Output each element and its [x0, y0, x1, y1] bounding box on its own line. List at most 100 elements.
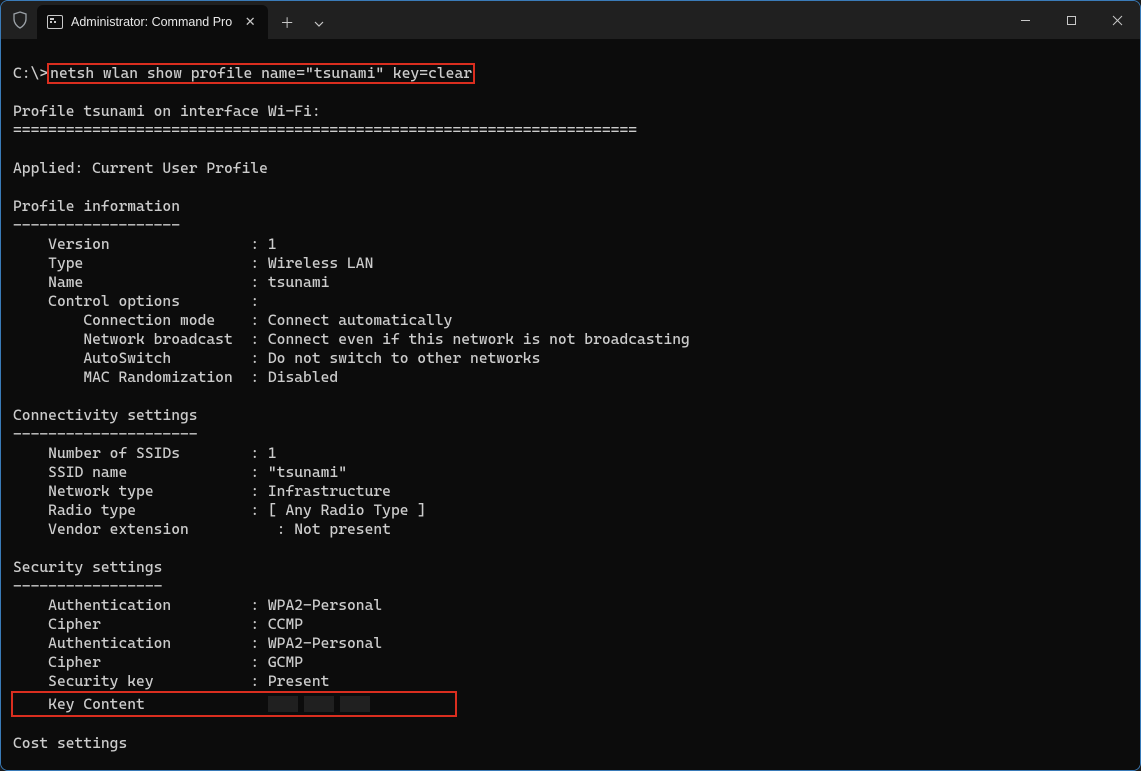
kv-key: Number of SSIDs — [13, 444, 250, 463]
new-tab-button[interactable]: ＋ — [270, 13, 304, 33]
redacted-block — [304, 696, 334, 712]
kv-row: Authentication : WPA2-Personal — [13, 596, 1128, 615]
kv-row: Connection mode : Connect automatically — [13, 311, 1128, 330]
kv-value: Do not switch to other networks — [268, 349, 540, 368]
redacted-block — [340, 696, 370, 712]
kv-key: MAC Randomization — [13, 368, 250, 387]
kv-key: Connection mode — [13, 311, 250, 330]
section-dashes: ------------------- — [13, 216, 1128, 235]
kv-key: Cipher — [13, 615, 250, 634]
blank-line — [13, 387, 1128, 406]
kv-row: MAC Randomization : Disabled — [13, 368, 1128, 387]
key-content-label: Key Content — [13, 695, 250, 713]
kv-value: Not present — [294, 520, 391, 539]
section-cost: Cost settings — [13, 734, 1128, 753]
profile-header: Profile tsunami on interface Wi-Fi: — [13, 102, 1128, 121]
kv-row: Network broadcast : Connect even if this… — [13, 330, 1128, 349]
kv-sep: : — [250, 235, 268, 254]
kv-key: Cipher — [13, 653, 250, 672]
titlebar-left: Administrator: Command Pro ✕ ＋ — [1, 1, 332, 39]
section-dashes: ----------------- — [13, 577, 1128, 596]
window-close-button[interactable] — [1094, 1, 1140, 39]
kv-value: WPA2-Personal — [268, 634, 382, 653]
kv-row: Name : tsunami — [13, 273, 1128, 292]
header-bar: ========================================… — [13, 121, 1128, 140]
kv-row: SSID name : "tsunami" — [13, 463, 1128, 482]
minimize-button[interactable] — [1002, 1, 1048, 39]
kv-value: [ Any Radio Type ] — [268, 501, 426, 520]
kv-sep: : — [250, 254, 268, 273]
section-security: Security settings — [13, 558, 1128, 577]
section-connectivity: Connectivity settings — [13, 406, 1128, 425]
kv-value: Connect automatically — [268, 311, 453, 330]
kv-row: Cipher : CCMP — [13, 615, 1128, 634]
kv-sep: : — [250, 292, 259, 311]
command-text: netsh wlan show profile name="tsunami" k… — [50, 64, 472, 82]
kv-row: Cipher : GCMP — [13, 653, 1128, 672]
tab-active[interactable]: Administrator: Command Pro ✕ — [37, 5, 268, 39]
kv-key: Security key — [13, 672, 250, 691]
prompt-line: C:\>netsh wlan show profile name="tsunam… — [13, 64, 1128, 83]
kv-sep: : — [250, 672, 268, 691]
kv-row: Control options : — [13, 292, 1128, 311]
terminal-output[interactable]: C:\>netsh wlan show profile name="tsunam… — [1, 39, 1140, 770]
blank-line — [13, 83, 1128, 102]
kv-row: Security key : Present — [13, 672, 1128, 691]
kv-sep: : — [250, 349, 268, 368]
kv-value: tsunami — [268, 273, 330, 292]
kv-value: CCMP — [268, 615, 303, 634]
kv-value: Present — [268, 672, 330, 691]
kv-value: Wireless LAN — [268, 254, 373, 273]
tab-title: Administrator: Command Pro — [71, 15, 232, 29]
tab-close-button[interactable]: ✕ — [240, 14, 260, 30]
kv-key: Authentication — [13, 596, 250, 615]
kv-key: Network type — [13, 482, 250, 501]
terminal-window: Administrator: Command Pro ✕ ＋ C:\>netsh… — [0, 0, 1141, 771]
kv-key: Name — [13, 273, 250, 292]
key-content-row: Key Content — [13, 691, 1128, 715]
kv-row: Number of SSIDs : 1 — [13, 444, 1128, 463]
shield-icon — [11, 11, 29, 29]
kv-key: Type — [13, 254, 250, 273]
blank-line — [13, 539, 1128, 558]
kv-value: Disabled — [268, 368, 338, 387]
kv-value: 1 — [268, 235, 277, 254]
applied-line: Applied: Current User Profile — [13, 159, 1128, 178]
prompt-prefix: C:\> — [13, 64, 48, 82]
kv-sep: : — [250, 653, 268, 672]
titlebar[interactable]: Administrator: Command Pro ✕ ＋ — [1, 1, 1140, 39]
blank-line — [13, 178, 1128, 197]
kv-row: Vendor extension : Not present — [13, 520, 1128, 539]
key-content-highlight: Key Content — [13, 693, 455, 715]
redacted-block — [268, 696, 298, 712]
kv-value: "tsunami" — [268, 463, 347, 482]
kv-sep: : — [250, 615, 268, 634]
section-dashes: --------------------- — [13, 425, 1128, 444]
kv-row: Type : Wireless LAN — [13, 254, 1128, 273]
kv-row: AutoSwitch : Do not switch to other netw… — [13, 349, 1128, 368]
kv-sep: : — [250, 330, 268, 349]
command-highlight: netsh wlan show profile name="tsunami" k… — [48, 64, 474, 83]
kv-sep: : — [250, 311, 268, 330]
blank-line — [13, 715, 1128, 734]
kv-key: Radio type — [13, 501, 250, 520]
cmd-icon — [47, 15, 63, 29]
kv-sep: : — [250, 501, 268, 520]
kv-key: Vendor extension — [13, 520, 250, 539]
kv-key: Authentication — [13, 634, 250, 653]
maximize-button[interactable] — [1048, 1, 1094, 39]
kv-sep: : — [250, 368, 268, 387]
tab-dropdown-button[interactable] — [306, 19, 332, 29]
kv-key: AutoSwitch — [13, 349, 250, 368]
kv-value: 1 — [268, 444, 277, 463]
window-controls — [1002, 1, 1140, 39]
kv-sep: : — [250, 634, 268, 653]
kv-key: Control options — [13, 292, 250, 311]
kv-row: Radio type : [ Any Radio Type ] — [13, 501, 1128, 520]
section-profile-info: Profile information — [13, 197, 1128, 216]
kv-sep: : — [250, 273, 268, 292]
kv-value: WPA2-Personal — [268, 596, 382, 615]
kv-value: Infrastructure — [268, 482, 391, 501]
kv-key: Version — [13, 235, 250, 254]
kv-row: Network type : Infrastructure — [13, 482, 1128, 501]
